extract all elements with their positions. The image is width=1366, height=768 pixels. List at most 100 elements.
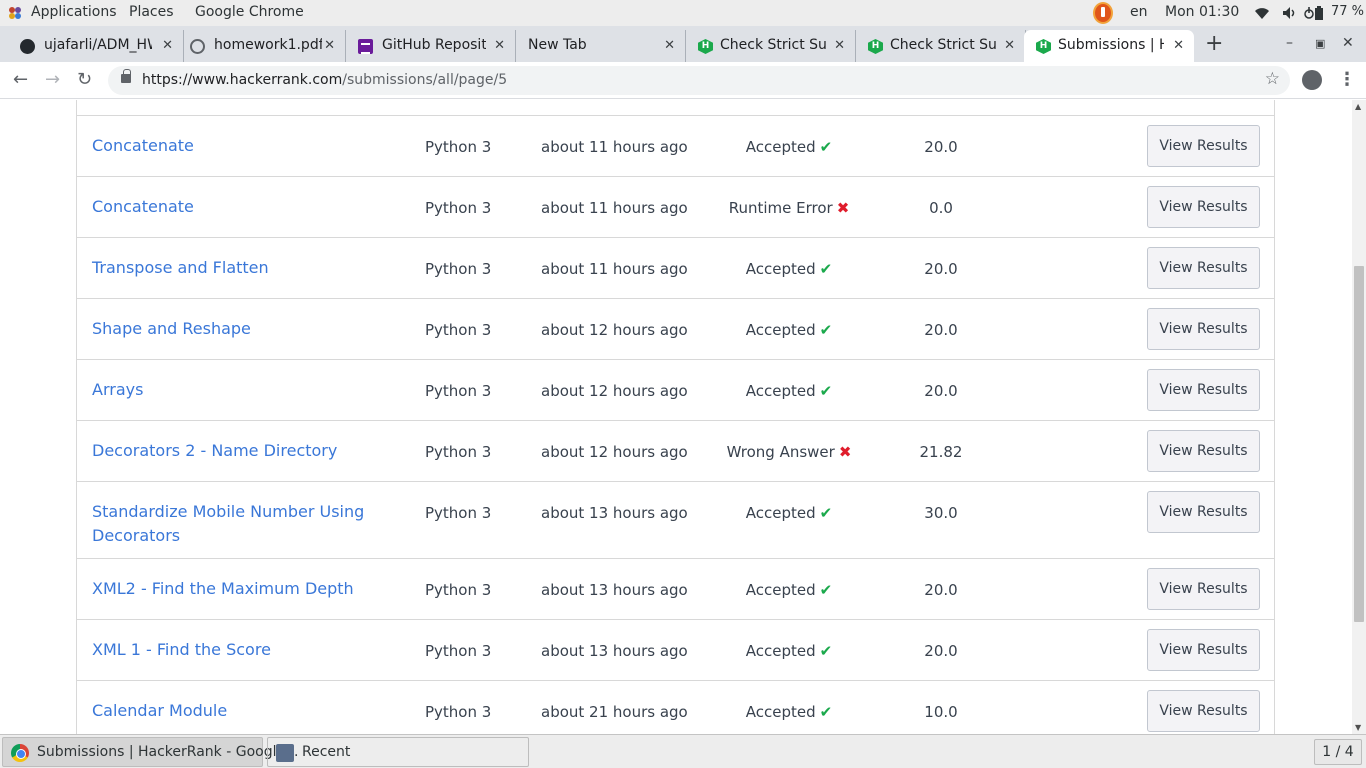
check-icon: ✔: [819, 703, 833, 721]
lock-icon[interactable]: [121, 69, 131, 83]
check-icon: ✔: [819, 581, 833, 599]
vertical-scrollbar[interactable]: ▲ ▼: [1352, 100, 1366, 734]
view-results-button[interactable]: View Results: [1147, 369, 1260, 411]
score: 21.82: [919, 443, 963, 461]
keyboard-language[interactable]: en: [1130, 4, 1148, 20]
status-text: Accepted: [745, 260, 816, 278]
scrollbar-thumb[interactable]: [1354, 266, 1364, 622]
window-close-icon[interactable]: ✕: [1342, 35, 1354, 51]
tab-check-strict-superset[interactable]: H Check Strict Superset ✕: [686, 30, 856, 62]
close-icon[interactable]: ✕: [162, 38, 173, 53]
submitted-time: about 21 hours ago: [541, 703, 688, 721]
status-text: Accepted: [745, 138, 816, 156]
taskbar-window-title: Recent: [302, 744, 351, 760]
problem-link[interactable]: Arrays: [92, 378, 382, 402]
view-results-button[interactable]: View Results: [1147, 308, 1260, 350]
language: Python 3: [425, 138, 492, 156]
close-icon[interactable]: ✕: [494, 38, 505, 53]
score: 20.0: [924, 138, 958, 156]
chrome-menu-icon[interactable]: ⋮: [1338, 69, 1356, 90]
maximize-icon[interactable]: ▣: [1315, 37, 1325, 50]
problem-link[interactable]: Calendar Module: [92, 699, 382, 723]
check-icon: ✔: [819, 260, 833, 278]
new-tab-icon[interactable]: +: [1205, 31, 1223, 56]
submitted-time: about 12 hours ago: [541, 443, 688, 461]
view-results-button[interactable]: View Results: [1147, 430, 1260, 472]
power-icon[interactable]: [1304, 5, 1314, 21]
score: 20.0: [924, 321, 958, 339]
forward-icon[interactable]: →: [45, 69, 60, 90]
battery-percent: 77 %: [1331, 4, 1365, 19]
clock[interactable]: Mon 01:30: [1165, 4, 1239, 20]
close-icon[interactable]: ✕: [1173, 38, 1184, 53]
tab-github-repository[interactable]: GitHub Repository ✕: [346, 30, 516, 62]
tab-check-strict-superset-2[interactable]: H Check Strict Superset ✕: [856, 30, 1026, 62]
forms-icon: [358, 39, 373, 54]
problem-link[interactable]: XML2 - Find the Maximum Depth: [92, 577, 382, 601]
close-icon[interactable]: ✕: [324, 38, 335, 53]
back-icon[interactable]: ←: [13, 69, 28, 90]
problem-link[interactable]: Shape and Reshape: [92, 317, 382, 341]
volume-icon[interactable]: [1281, 5, 1297, 21]
tab-submissions[interactable]: H Submissions | HackerRank ✕: [1024, 30, 1194, 62]
problem-link[interactable]: Standardize Mobile Number Using Decorato…: [92, 500, 382, 548]
tab-new-tab[interactable]: New Tab ✕: [516, 30, 686, 62]
view-results-button[interactable]: View Results: [1147, 568, 1260, 610]
workspace-switcher[interactable]: 1 / 4: [1314, 739, 1362, 765]
cross-icon: ✖: [836, 199, 850, 217]
problem-link[interactable]: Concatenate: [92, 134, 382, 158]
places-menu[interactable]: Places: [129, 4, 174, 20]
browser-toolbar: ← → ↻ https://www.hackerrank.com/submiss…: [0, 62, 1366, 99]
status-cell: Accepted ✔: [689, 504, 889, 522]
view-results-button[interactable]: View Results: [1147, 125, 1260, 167]
view-results-button[interactable]: View Results: [1147, 690, 1260, 732]
url-text[interactable]: https://www.hackerrank.com/submissions/a…: [142, 72, 507, 88]
view-results-button[interactable]: View Results: [1147, 247, 1260, 289]
profile-avatar-icon[interactable]: [1302, 70, 1322, 90]
window-list-bar: Submissions | HackerRank - Google... Rec…: [0, 734, 1366, 768]
address-bar[interactable]: https://www.hackerrank.com/submissions/a…: [108, 66, 1290, 95]
hackerrank-icon: H: [1036, 39, 1051, 54]
url-path: /submissions/all/page/5: [342, 72, 508, 88]
close-icon[interactable]: ✕: [1004, 38, 1015, 53]
check-icon: ✔: [819, 138, 833, 156]
system-top-bar: Applications Places Google Chrome en Mon…: [0, 0, 1366, 26]
problem-link[interactable]: Transpose and Flatten: [92, 256, 382, 280]
active-app-name[interactable]: Google Chrome: [195, 4, 304, 20]
alert-icon[interactable]: [1093, 2, 1113, 24]
language: Python 3: [425, 703, 492, 721]
applications-icon: [9, 7, 21, 19]
status-text: Accepted: [745, 581, 816, 599]
score: 20.0: [924, 581, 958, 599]
view-results-button[interactable]: View Results: [1147, 629, 1260, 671]
close-icon[interactable]: ✕: [664, 38, 675, 53]
battery-icon[interactable]: [1314, 5, 1324, 21]
scroll-up-icon[interactable]: ▲: [1355, 102, 1361, 111]
applications-menu[interactable]: Applications: [31, 4, 117, 20]
status-cell: Accepted ✔: [689, 138, 889, 156]
score: 0.0: [929, 199, 953, 217]
scroll-down-icon[interactable]: ▼: [1355, 723, 1361, 732]
table-row: Shape and Reshape Python 3 about 12 hours …: [77, 299, 1274, 360]
language: Python 3: [425, 382, 492, 400]
minimize-icon[interactable]: –: [1286, 35, 1293, 51]
bookmark-star-icon[interactable]: ☆: [1265, 69, 1280, 89]
problem-link[interactable]: Concatenate: [92, 195, 382, 219]
status-text: Accepted: [745, 703, 816, 721]
taskbar-window-title: Submissions | HackerRank - Google...: [37, 744, 299, 760]
submitted-time: about 13 hours ago: [541, 581, 688, 599]
tab-github[interactable]: ujafarli/ADM_HW ✕: [8, 30, 184, 62]
problem-link[interactable]: XML 1 - Find the Score: [92, 638, 382, 662]
taskbar-recent-window[interactable]: Recent: [267, 737, 529, 767]
tab-title: Check Strict Superset: [720, 37, 826, 53]
taskbar-chrome-window[interactable]: Submissions | HackerRank - Google...: [2, 737, 298, 767]
table-row: Standardize Mobile Number Using Decorato…: [77, 482, 1274, 559]
view-results-button[interactable]: View Results: [1147, 186, 1260, 228]
wifi-icon[interactable]: [1254, 5, 1270, 21]
problem-link[interactable]: Decorators 2 - Name Directory: [92, 439, 382, 463]
reload-icon[interactable]: ↻: [77, 69, 92, 90]
status-cell: Accepted ✔: [689, 642, 889, 660]
tab-homework-pdf[interactable]: homework1.pdf ✕: [178, 30, 346, 62]
close-icon[interactable]: ✕: [834, 38, 845, 53]
view-results-button[interactable]: View Results: [1147, 491, 1260, 533]
